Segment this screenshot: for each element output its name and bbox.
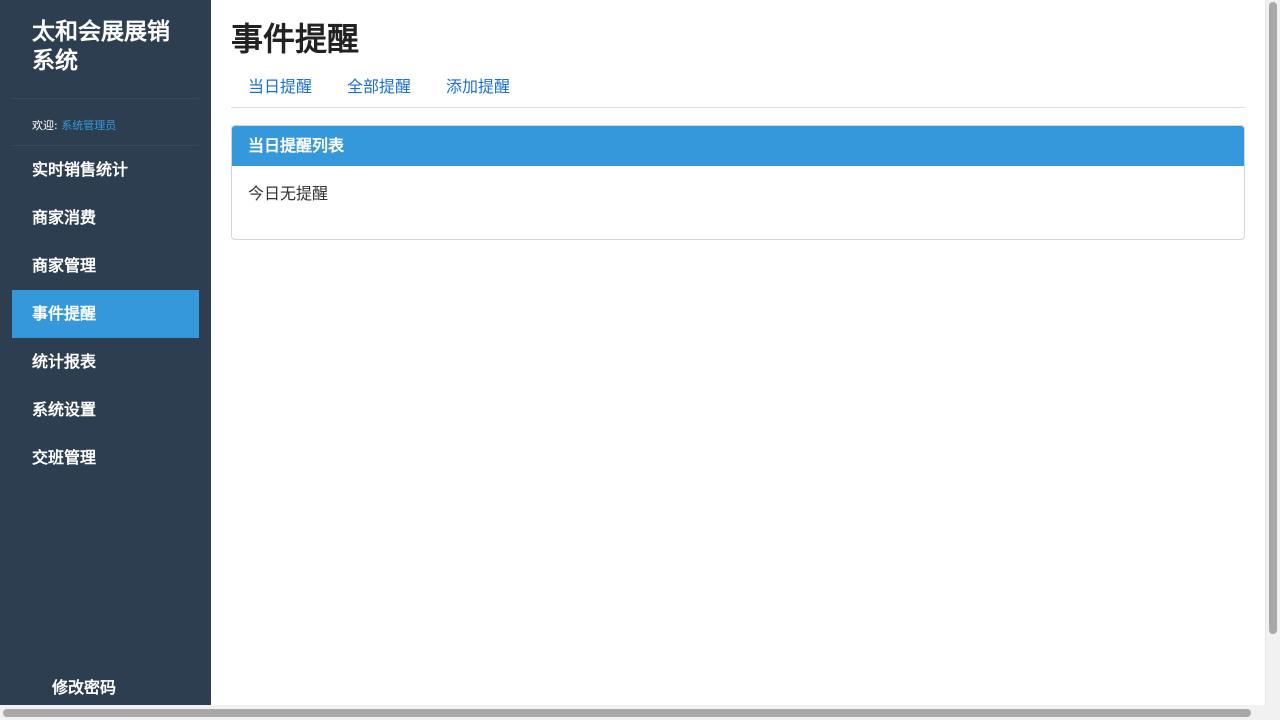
change-password-link[interactable]: 修改密码 <box>52 676 116 700</box>
horizontal-scrollbar[interactable] <box>0 705 1280 720</box>
sidebar-item-event-reminders[interactable]: 事件提醒 <box>12 290 199 338</box>
sidebar-nav: 实时销售统计 商家消费 商家管理 事件提醒 统计报表 系统设置 交班管理 <box>12 146 199 482</box>
sidebar-item-system-settings[interactable]: 系统设置 <box>12 386 199 434</box>
tab-today-reminders[interactable]: 当日提醒 <box>248 68 312 106</box>
vertical-scrollbar-thumb[interactable] <box>1269 2 1277 634</box>
current-user-link[interactable]: 系统管理员 <box>61 119 116 132</box>
brand-title: 太和会展展销系统 <box>32 19 170 74</box>
main-content: 事件提醒 当日提醒 全部提醒 添加提醒 当日提醒列表 今日无提醒 <box>211 0 1266 706</box>
sidebar-item-merchant-consumption[interactable]: 商家消费 <box>12 194 199 242</box>
sidebar-item-statistics-reports[interactable]: 统计报表 <box>12 338 199 386</box>
panel-body-message: 今日无提醒 <box>248 184 329 203</box>
sidebar-item-shift-handover[interactable]: 交班管理 <box>12 434 199 482</box>
vertical-scrollbar[interactable] <box>1266 0 1280 705</box>
sidebar-item-realtime-sales[interactable]: 实时销售统计 <box>12 146 199 194</box>
sidebar-divider <box>12 98 199 99</box>
tab-bar: 当日提醒 全部提醒 添加提醒 <box>231 68 1245 108</box>
reminder-list-panel: 当日提醒列表 今日无提醒 <box>231 125 1245 240</box>
panel-heading: 当日提醒列表 <box>232 126 1244 166</box>
welcome-label: 欢迎: <box>32 119 62 132</box>
sidebar: 太和会展展销系统 欢迎: 系统管理员 实时销售统计 商家消费 商家管理 事件提醒… <box>0 0 211 705</box>
tab-all-reminders[interactable]: 全部提醒 <box>347 68 411 106</box>
horizontal-scrollbar-thumb[interactable] <box>3 709 1251 717</box>
app-window: 太和会展展销系统 欢迎: 系统管理员 实时销售统计 商家消费 商家管理 事件提醒… <box>0 0 1280 720</box>
tab-add-reminder[interactable]: 添加提醒 <box>446 68 510 106</box>
welcome-text: 欢迎: 系统管理员 <box>32 118 116 134</box>
page-title: 事件提醒 <box>231 20 360 58</box>
sidebar-item-merchant-management[interactable]: 商家管理 <box>12 242 199 290</box>
